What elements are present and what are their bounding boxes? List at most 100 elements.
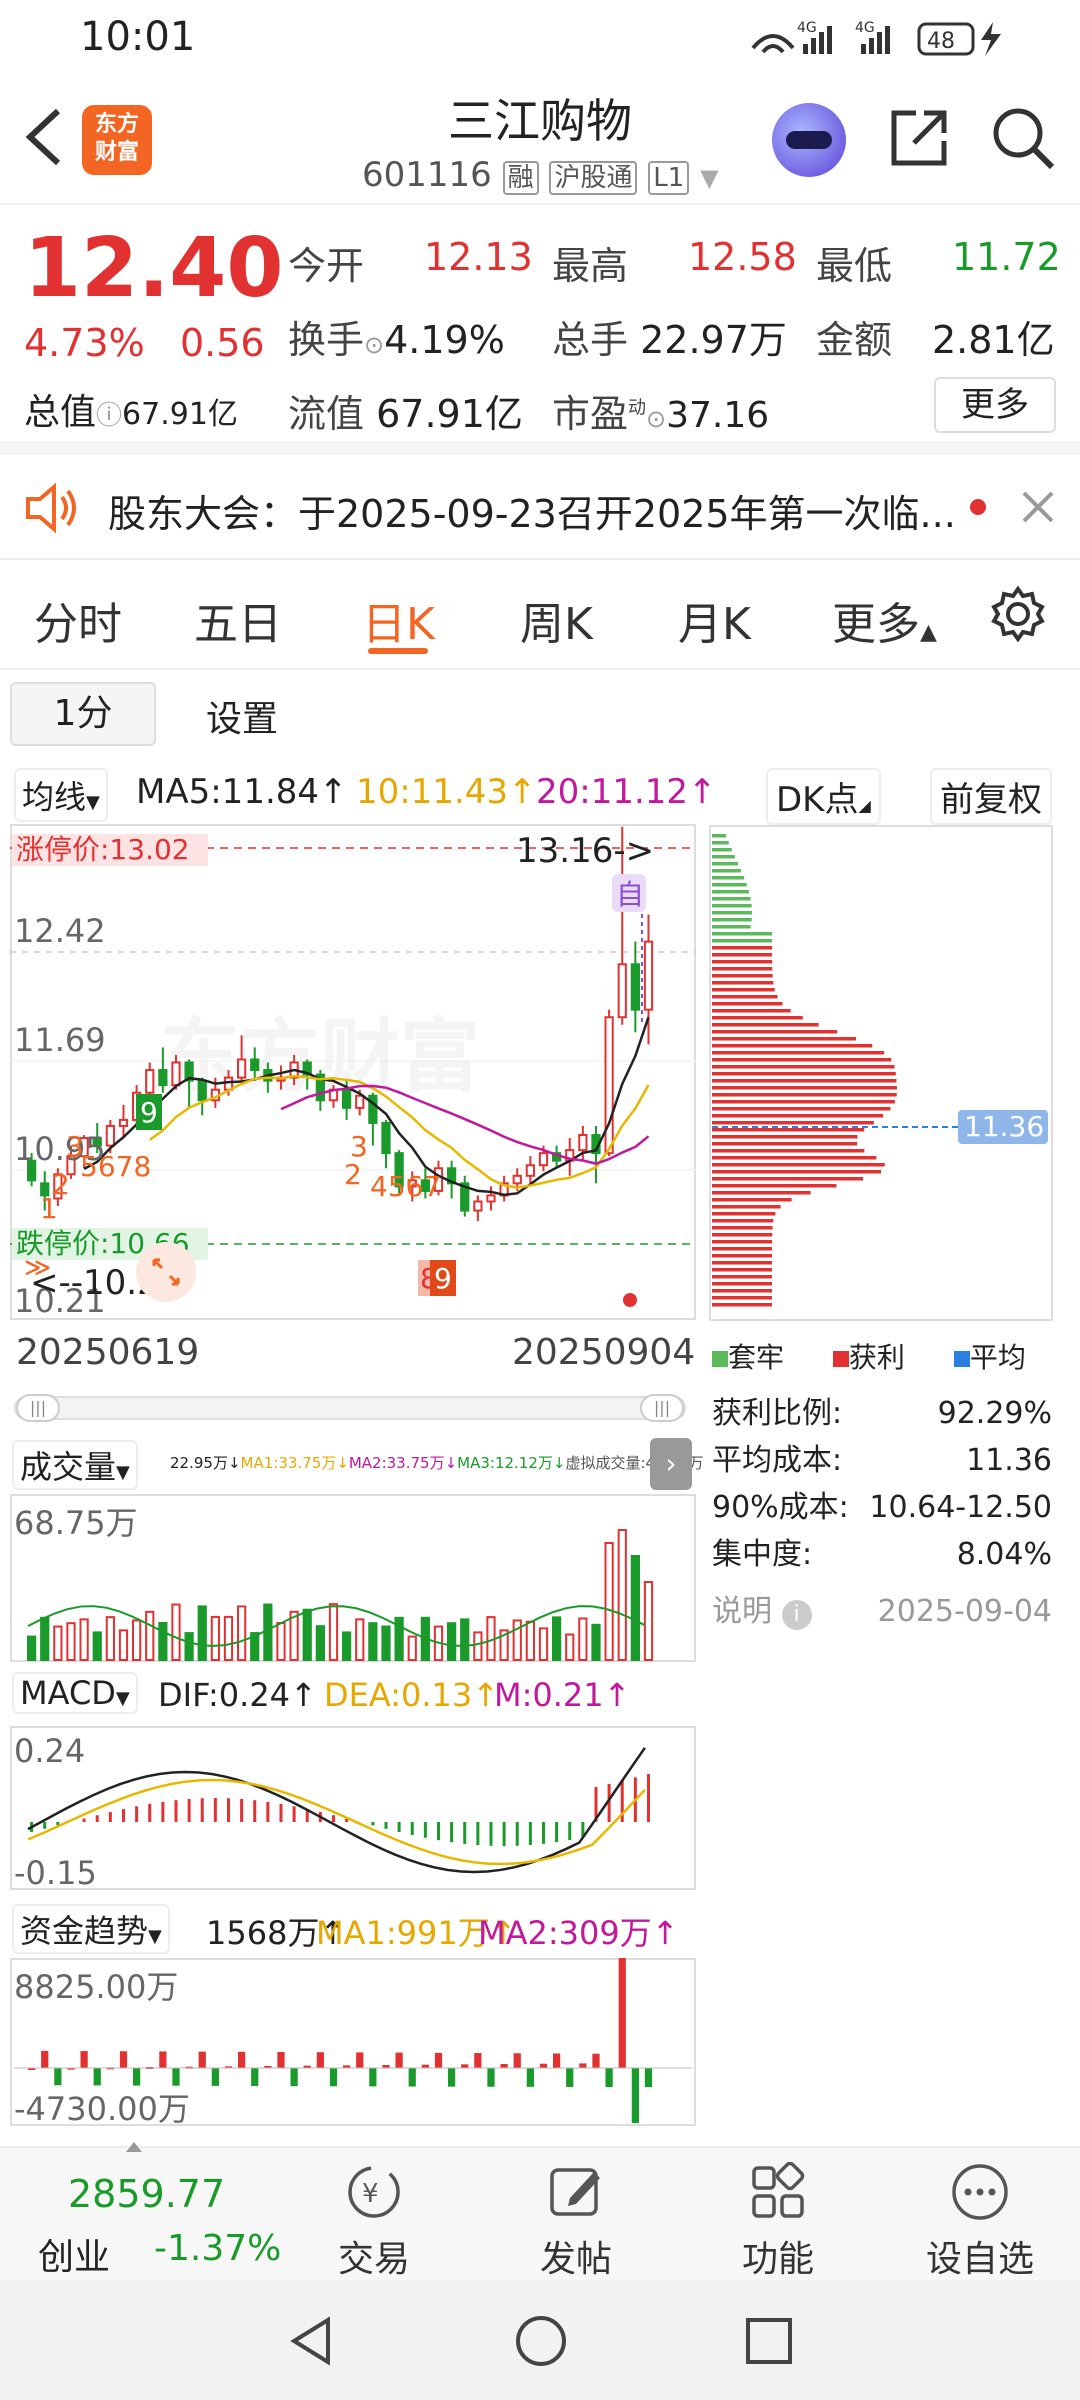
volume-select[interactable]: 成交量▼	[12, 1440, 138, 1490]
stat-row: 平均成本: 11.36	[712, 1437, 1052, 1484]
expand-right-button[interactable]: ›	[650, 1438, 692, 1490]
chip-bar	[712, 883, 747, 887]
ma-type-select[interactable]: 均线▼	[14, 768, 108, 822]
trade-icon: ¥	[348, 2166, 400, 2218]
stat-row: 集中度: 8.04%	[712, 1531, 1052, 1578]
candle-body	[643, 940, 654, 1011]
stat-label: 集中度:	[712, 1537, 813, 1572]
chip-bar	[712, 981, 774, 985]
back-triangle-icon[interactable]	[286, 2316, 336, 2366]
tab-five-day[interactable]: 五日	[194, 588, 282, 652]
close-icon[interactable]	[1020, 489, 1056, 525]
slider-handle-right[interactable]: |||	[640, 1394, 684, 1422]
home-circle-icon[interactable]	[514, 2314, 568, 2368]
assistant-avatar[interactable]	[772, 103, 846, 177]
settings-gear-icon[interactable]	[990, 586, 1046, 642]
candle-body	[171, 1061, 181, 1087]
chip-bar	[712, 1037, 856, 1041]
chip-bar	[712, 1002, 783, 1006]
flow-bar	[172, 2068, 180, 2086]
chip-bar	[712, 1261, 773, 1265]
candle-body	[538, 1152, 549, 1167]
add-watchlist-button[interactable]: 设自选	[920, 2148, 1040, 2280]
float-label: 流值	[288, 392, 365, 436]
function-button[interactable]: 功能	[718, 2148, 838, 2280]
flow-bar	[159, 2051, 167, 2068]
candle-body	[604, 1016, 614, 1155]
chip-note[interactable]: 说明 i 2025-09-04	[712, 1588, 1052, 1635]
last-price: 12.40	[24, 221, 284, 316]
volume-bar	[355, 1618, 365, 1661]
macd-select[interactable]: MACD▼	[12, 1672, 138, 1714]
tab-intraday[interactable]: 分时	[34, 588, 122, 652]
caret-down-icon: ▼	[700, 164, 719, 192]
macd-bars	[27, 1747, 650, 1874]
info-icon[interactable]: ⊙	[646, 405, 666, 433]
flow-select[interactable]: 资金趋势▼	[12, 1904, 170, 1954]
more-button[interactable]: 更多	[934, 377, 1056, 433]
volume-label: 成交量	[20, 1448, 117, 1486]
chip-bar	[712, 1240, 773, 1244]
share-icon[interactable]	[886, 105, 950, 169]
chip-bar	[712, 848, 732, 852]
tab-weekly-k[interactable]: 周K	[520, 588, 593, 652]
post-button[interactable]: 发帖	[516, 2148, 636, 2280]
candle-body	[342, 1088, 352, 1109]
stock-code[interactable]: 601116 融 沪股通 L1 ▼	[362, 155, 719, 195]
chip-bar	[712, 841, 729, 845]
vol-value: 22.95万↓	[170, 1454, 241, 1472]
settings-link[interactable]: 设置	[206, 690, 278, 742]
trade-button[interactable]: ¥ 交易	[314, 2148, 434, 2280]
volume-bar	[591, 1623, 601, 1661]
chip-bar	[712, 1198, 792, 1202]
recents-square-icon[interactable]	[744, 2316, 794, 2366]
candle-body	[197, 1079, 207, 1102]
slider-handle-left[interactable]: |||	[16, 1394, 60, 1422]
flow-bar	[238, 2051, 246, 2068]
index-name: 创业	[38, 2237, 111, 2278]
chip-bar	[712, 1254, 773, 1258]
flow-bar	[395, 2052, 403, 2068]
volume-bar	[223, 1615, 234, 1661]
notice-bar[interactable]: 股东大会：于2025-09-23召开2025年第一次临...	[0, 455, 1080, 560]
range-slider[interactable]: ||| |||	[14, 1394, 686, 1422]
macd-header: MACD▼ DIF:0.24↑ DEA:0.13↑ M:0.21↑	[10, 1670, 700, 1722]
period-button[interactable]: 1分	[10, 682, 156, 746]
volume-bar	[53, 1625, 63, 1662]
volume-bar	[617, 1529, 627, 1661]
double-arrow-icon[interactable]: ≫	[24, 1253, 51, 1283]
trade-label: 交易	[337, 2239, 410, 2280]
ma-legend: 均线▼ MA5:11.84↑ 10:11.43↑ 20:11.12↑ DK点◢ …	[10, 768, 1080, 825]
clock: 10:01	[80, 14, 196, 60]
chip-bar	[712, 904, 752, 908]
kline-chart[interactable]: 东方财富 涨停价:13.02 跌停价:10.66 12.42 11.69 10.…	[10, 824, 696, 1324]
flow-bar	[369, 2068, 377, 2087]
chip-bar	[712, 960, 773, 964]
volume-bar	[237, 1605, 247, 1661]
tab-daily-k[interactable]: 日K	[362, 588, 435, 652]
info-icon[interactable]: ⊙	[364, 331, 384, 359]
dk-point-select[interactable]: DK点◢	[766, 768, 881, 825]
expand-icon[interactable]	[136, 1242, 196, 1302]
flow-bar	[119, 2051, 128, 2068]
search-icon[interactable]	[990, 105, 1056, 171]
y-label: 12.42	[14, 912, 106, 950]
nine-label: 9	[140, 1096, 158, 1129]
volume-bar	[473, 1631, 483, 1661]
tab-more[interactable]: 更多▲	[832, 588, 937, 652]
volume-bar	[302, 1608, 312, 1662]
self-select-label: 自	[616, 878, 644, 911]
adjust-select[interactable]: 前复权	[930, 768, 1052, 825]
index-ticker[interactable]: 2859.77 创业 -1.37%	[0, 2142, 281, 2278]
chip-bar	[712, 1296, 773, 1300]
flow-bar	[133, 2068, 141, 2086]
info-icon[interactable]: ⓘ	[96, 401, 122, 431]
volume-bar	[381, 1625, 391, 1661]
flow-bar	[539, 2063, 548, 2068]
tab-monthly-k[interactable]: 月K	[678, 588, 751, 652]
flow-bar	[474, 2053, 482, 2068]
notice-text[interactable]: 股东大会：于2025-09-23召开2025年第一次临...	[108, 483, 956, 538]
volume-bar	[315, 1625, 325, 1661]
event-dot	[623, 1293, 637, 1307]
vol-ma3: MA3:12.12万↓	[457, 1454, 566, 1472]
